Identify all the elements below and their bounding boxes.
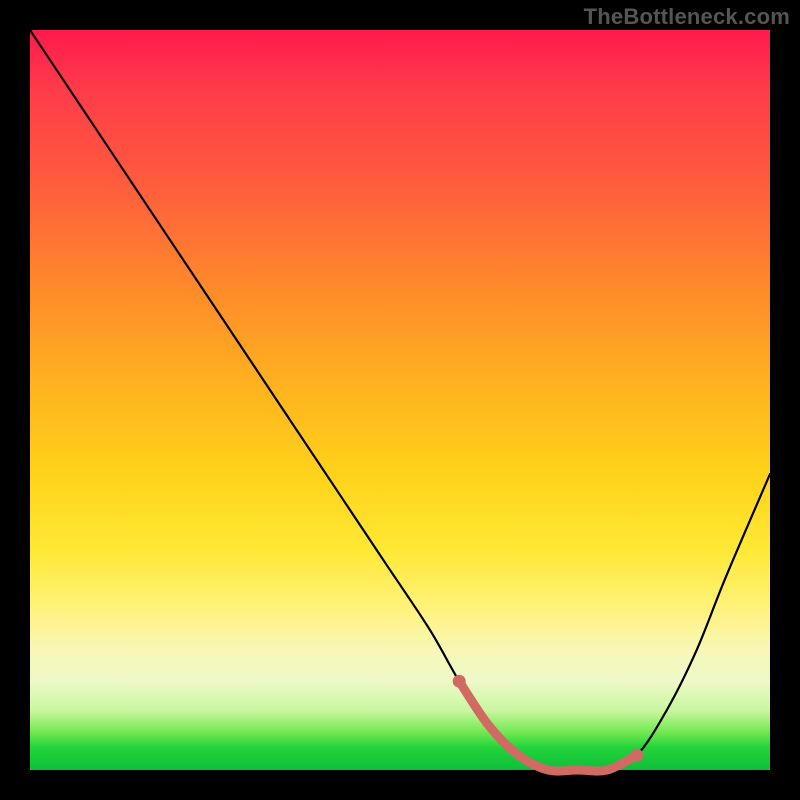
bottleneck-curve — [30, 30, 770, 771]
highlight-endpoint — [453, 675, 466, 688]
optimal-range-highlight — [459, 681, 637, 771]
watermark-text: TheBottleneck.com — [584, 4, 790, 30]
curve-svg — [30, 30, 770, 770]
plot-area — [30, 30, 770, 770]
chart-frame: TheBottleneck.com — [0, 0, 800, 800]
highlight-endpoint — [630, 749, 643, 762]
